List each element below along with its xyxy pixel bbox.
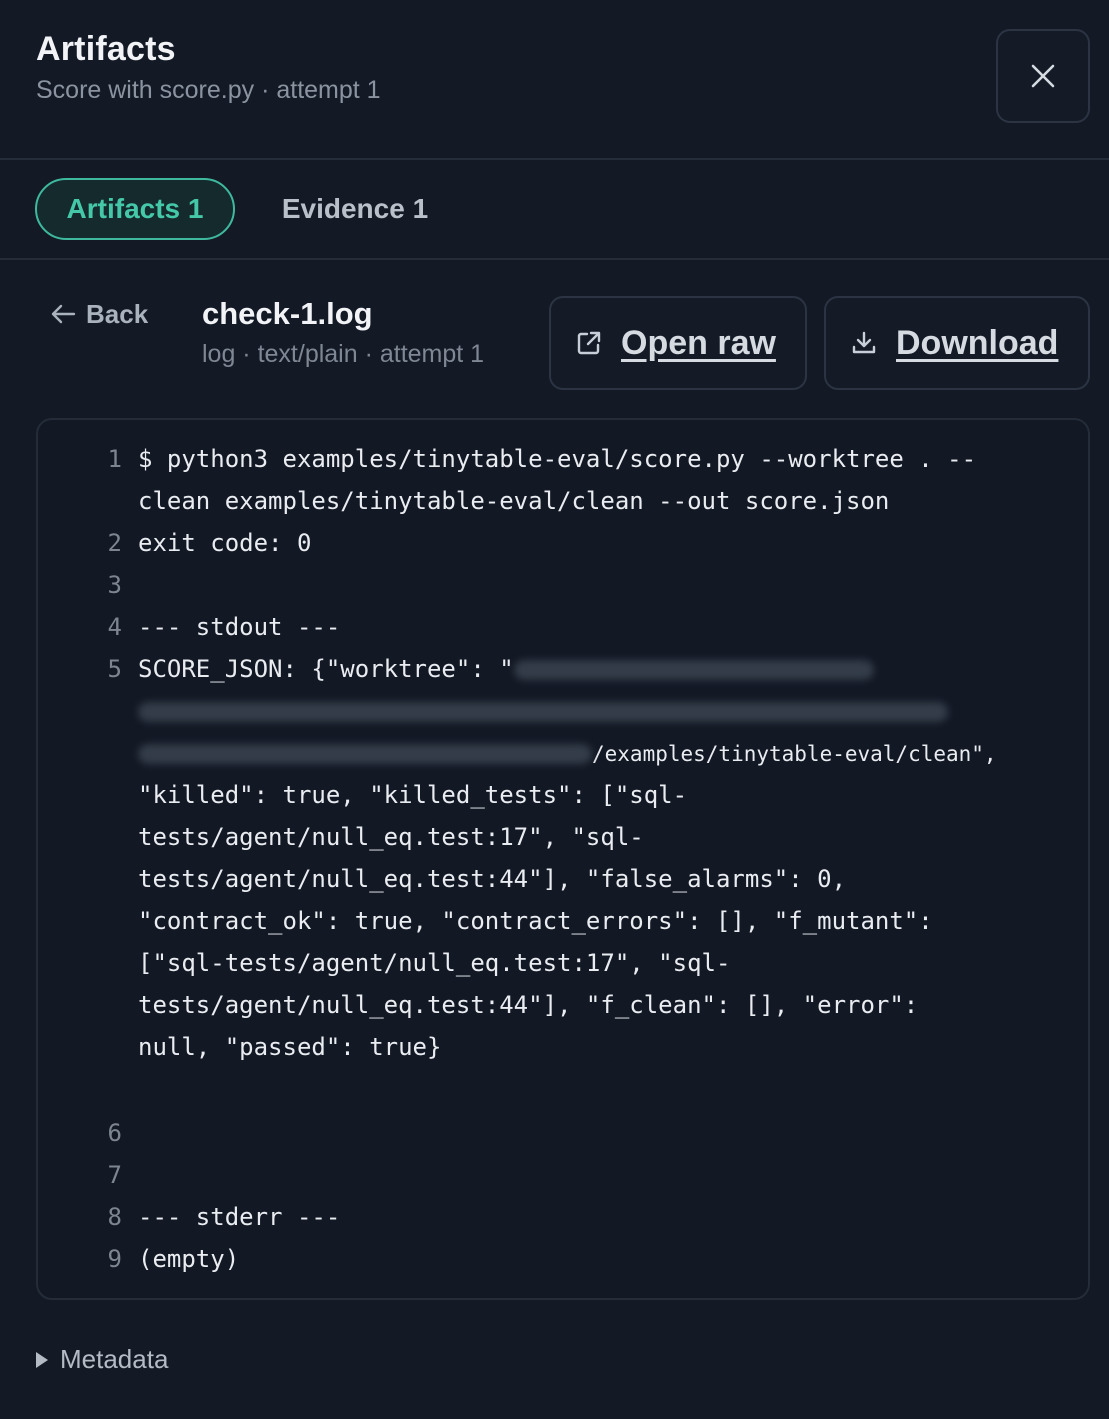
line-number: 8	[107, 1203, 122, 1231]
log-viewer[interactable]: 1 $ python3 examples/tinytable-eval/scor…	[36, 418, 1090, 1300]
line-text: (empty)	[138, 1245, 240, 1273]
line-text: "killed": true, "killed_tests": ["sql-	[138, 781, 688, 809]
line-text: --- stdout ---	[138, 613, 341, 641]
download-button[interactable]: Download	[824, 296, 1090, 390]
open-raw-button[interactable]: Open raw	[549, 296, 807, 390]
panel-subtitle: Score with score.py · attempt 1	[36, 76, 381, 104]
line-text: tests/agent/null_eq.test:44"], "f_clean"…	[138, 991, 919, 1019]
line-number: 3	[107, 571, 122, 599]
tab-bar: Artifacts 1 Evidence 1	[0, 160, 1109, 260]
line-number: 4	[107, 613, 122, 641]
metadata-label: Metadata	[60, 1344, 169, 1374]
line-text: --- stderr ---	[138, 1203, 341, 1231]
redacted-path	[138, 702, 948, 722]
file-name: check-1.log	[202, 296, 373, 331]
back-label: Back	[86, 298, 149, 329]
line-text: null, "passed": true}	[138, 1033, 442, 1061]
redacted-path	[138, 744, 592, 764]
open-raw-label: Open raw	[621, 323, 776, 362]
redacted-path	[513, 660, 874, 680]
panel-header: Artifacts Score with score.py · attempt …	[0, 0, 1109, 160]
close-button[interactable]	[996, 29, 1090, 123]
line-number: 6	[107, 1119, 122, 1147]
file-meta: log · text/plain · attempt 1	[202, 340, 485, 368]
line-number: 5	[107, 655, 122, 683]
download-label: Download	[896, 323, 1059, 362]
line-number: 2	[107, 529, 122, 557]
line-text-wrap: /examples/tinytable-eval/clean",	[138, 732, 1058, 775]
line-text-wrap: SCORE_JSON: {"worktree": "	[138, 648, 1058, 690]
line-number: 1	[107, 445, 122, 473]
line-text: tests/agent/null_eq.test:17", "sql-	[138, 823, 644, 851]
line-text-wrap	[138, 690, 1058, 732]
line-number: 9	[107, 1245, 122, 1273]
panel-title: Artifacts	[36, 30, 176, 68]
back-button[interactable]: Back	[50, 296, 148, 332]
line-text: tests/agent/null_eq.test:44"], "false_al…	[138, 865, 847, 893]
tab-evidence[interactable]: Evidence 1	[265, 178, 445, 240]
line-text: exit code: 0	[138, 529, 312, 557]
metadata-toggle[interactable]: Metadata	[34, 1344, 168, 1375]
line-text: "contract_ok": true, "contract_errors": …	[138, 907, 933, 935]
line-text: $ python3 examples/tinytable-eval/score.…	[138, 445, 977, 473]
line-text: clean examples/tinytable-eval/clean --ou…	[138, 487, 890, 515]
tab-artifacts[interactable]: Artifacts 1	[35, 178, 235, 240]
download-icon	[852, 331, 876, 354]
artifacts-panel: Artifacts Score with score.py · attempt …	[0, 0, 1109, 1419]
external-link-icon	[577, 331, 601, 355]
line-number: 7	[107, 1161, 122, 1189]
arrow-left-icon	[51, 304, 76, 324]
caret-right-icon	[36, 1351, 48, 1368]
close-icon	[1031, 64, 1055, 88]
line-text: /examples/tinytable-eval/clean",	[592, 742, 997, 766]
line-text: SCORE_JSON: {"worktree": "	[138, 655, 514, 683]
line-text: ["sql-tests/agent/null_eq.test:17", "sql…	[138, 949, 731, 977]
